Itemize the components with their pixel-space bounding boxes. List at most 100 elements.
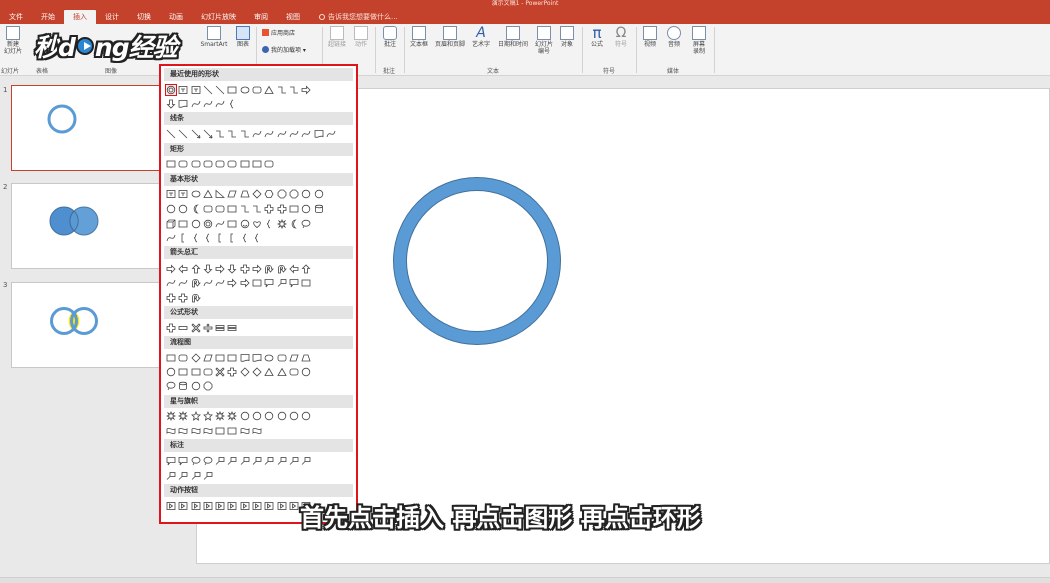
shape-star8-icon[interactable] (178, 410, 189, 421)
datetime-button[interactable]: 日期和时间 (495, 26, 531, 48)
shape-donut-icon[interactable] (203, 219, 213, 229)
shape-wave-icon[interactable] (191, 426, 201, 436)
shape-circle-icon[interactable] (191, 219, 201, 229)
slide-thumbnail-3[interactable] (11, 282, 161, 368)
shape-star5-icon[interactable] (202, 410, 213, 421)
shape-ellipse-icon[interactable] (264, 353, 274, 363)
new-slide-button[interactable]: 新建 幻灯片 (2, 26, 24, 55)
shape-rect-icon[interactable] (289, 204, 299, 214)
shape-curve-icon[interactable] (215, 278, 225, 288)
shape-diamond-icon[interactable] (252, 366, 262, 377)
shape-circle-icon[interactable] (240, 411, 250, 421)
shape-rect-icon[interactable] (227, 85, 237, 95)
textbox-button[interactable]: 文本框 (407, 26, 431, 48)
shape-tri-icon[interactable] (264, 85, 275, 95)
shape-rrect-icon[interactable] (203, 204, 213, 214)
shape-curve-icon[interactable] (203, 99, 213, 109)
shape-para-icon[interactable] (227, 189, 238, 199)
shape-curve-icon[interactable] (289, 129, 299, 139)
shape-rrect-icon[interactable] (215, 204, 225, 214)
shape-rrect-icon[interactable] (227, 159, 237, 169)
shape-heart-icon[interactable] (252, 219, 262, 229)
shape-hexa-icon[interactable] (264, 189, 274, 199)
shape-plus-icon[interactable] (227, 367, 237, 377)
shape-donut-icon[interactable] (165, 83, 177, 96)
shape-curve-icon[interactable] (166, 278, 176, 288)
shape-circle-icon[interactable] (191, 381, 201, 391)
shape-action-icon[interactable] (166, 501, 176, 511)
shape-plus-icon[interactable] (264, 204, 274, 214)
shape-arrowline-icon[interactable] (191, 129, 201, 139)
shape-star8-icon[interactable] (215, 410, 226, 421)
shape-rect-icon[interactable] (227, 204, 237, 214)
shape-wave-icon[interactable] (166, 426, 176, 436)
shape-lcallout-icon[interactable] (277, 278, 287, 288)
slide-thumbnail-1[interactable] (11, 85, 161, 171)
shape-rtri-icon[interactable] (215, 189, 226, 199)
shape-lcallout-icon[interactable] (191, 471, 201, 481)
comment-button[interactable]: 批注 (380, 26, 400, 48)
shape-minus-icon[interactable] (178, 323, 188, 333)
tell-me-search[interactable]: 告诉我您想要做什么... (309, 10, 398, 24)
shape-rect-icon[interactable] (240, 159, 250, 169)
shape-brace-icon[interactable] (240, 233, 250, 243)
shape-uturn-icon[interactable] (277, 264, 287, 274)
shape-rrect-icon[interactable] (178, 159, 188, 169)
shape-uarrow-icon[interactable] (301, 263, 311, 274)
video-button[interactable]: 视频 (640, 26, 660, 48)
shape-rrect-icon[interactable] (289, 367, 299, 377)
shape-darrow-icon[interactable] (227, 264, 237, 274)
shape-wave-icon[interactable] (203, 426, 213, 436)
shape-lcallout-icon[interactable] (264, 456, 274, 466)
shape-doc-icon[interactable] (314, 129, 324, 139)
shape-rect-icon[interactable] (252, 278, 262, 288)
shape-moon-icon[interactable] (191, 203, 201, 214)
shape-action-icon[interactable] (227, 501, 237, 511)
shape-elbow-icon[interactable] (277, 85, 287, 95)
shape-times-icon[interactable] (215, 366, 225, 377)
shape-uarrow-icon[interactable] (191, 263, 201, 274)
shape-elbow-icon[interactable] (227, 129, 237, 139)
shape-cube-icon[interactable] (166, 219, 176, 229)
header-footer-button[interactable]: 页眉和页脚 (432, 26, 468, 48)
shape-plus-icon[interactable] (240, 264, 250, 274)
shape-rect-icon[interactable] (178, 367, 188, 377)
shape-elbow-icon[interactable] (240, 204, 250, 214)
shape-cyl-icon[interactable] (178, 381, 188, 391)
shape-octa-icon[interactable] (277, 189, 287, 199)
shape-arrowline-icon[interactable] (203, 129, 213, 139)
shape-action-icon[interactable] (203, 501, 213, 511)
smartart-button[interactable]: SmartArt (198, 26, 230, 48)
shape-lcallout-icon[interactable] (289, 456, 299, 466)
shape-lcallout-icon[interactable] (240, 456, 250, 466)
shape-brace-icon[interactable] (252, 233, 262, 243)
shape-smiley-icon[interactable] (240, 219, 250, 229)
shape-larrow-icon[interactable] (178, 264, 188, 274)
shape-circle-icon[interactable] (314, 189, 324, 199)
shape-cyl-icon[interactable] (314, 204, 324, 214)
shape-callout-icon[interactable] (166, 456, 176, 466)
shape-line-icon[interactable] (178, 129, 188, 139)
shape-curve-icon[interactable] (215, 99, 225, 109)
shape-uturn-icon[interactable] (264, 264, 275, 274)
shape-tri-icon[interactable] (203, 189, 213, 199)
shape-ocallout-icon[interactable] (301, 219, 311, 229)
shape-rect-icon[interactable] (166, 159, 176, 169)
shape-lcallout-icon[interactable] (301, 456, 311, 466)
shape-curve-icon[interactable] (264, 129, 274, 139)
shape-rect-icon[interactable] (227, 426, 237, 436)
shape-circle-icon[interactable] (277, 411, 287, 421)
shape-uturn-icon[interactable] (191, 293, 201, 303)
shape-circle-icon[interactable] (178, 204, 188, 214)
my-addins-button[interactable]: 我的加载项 ▾ (262, 46, 306, 55)
slide-thumbnail-2[interactable] (11, 183, 161, 269)
shape-rect-icon[interactable] (252, 159, 262, 169)
shape-star8-icon[interactable] (227, 410, 238, 421)
shape-curve-icon[interactable] (215, 219, 225, 229)
donut-shape[interactable] (394, 178, 560, 344)
shape-elbow-icon[interactable] (240, 129, 250, 139)
shape-para-icon[interactable] (203, 353, 213, 363)
shape-action-icon[interactable] (178, 501, 188, 511)
shape-rect-icon[interactable] (178, 219, 188, 229)
shape-times-icon[interactable] (191, 322, 201, 333)
